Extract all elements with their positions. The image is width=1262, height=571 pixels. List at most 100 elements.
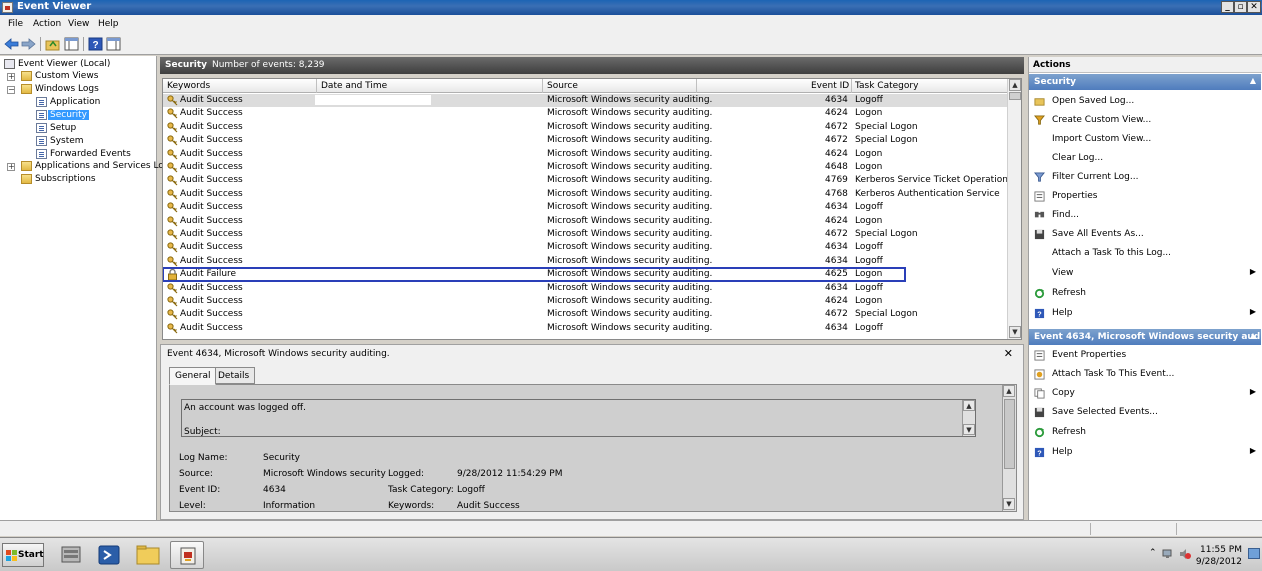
scroll-thumb[interactable]: [1004, 399, 1015, 469]
collapse-icon[interactable]: ▲: [1250, 76, 1256, 85]
column-source[interactable]: Source: [547, 81, 578, 91]
menu-view[interactable]: View: [68, 19, 89, 29]
event-properties-icon: [1034, 350, 1045, 361]
tab-details[interactable]: Details: [212, 367, 256, 384]
help-icon[interactable]: ?: [88, 37, 103, 51]
message-scrollbar[interactable]: ▲ ▼: [962, 400, 975, 436]
action-import-custom-view-items1[interactable]: Import Custom View...: [1029, 131, 1261, 148]
show-hide-action-pane-icon[interactable]: [106, 37, 121, 51]
close-button[interactable]: ✕: [1247, 1, 1261, 13]
label-level: Level:: [179, 501, 206, 511]
key-icon: [167, 242, 178, 253]
row-keywords: Audit Success: [180, 229, 243, 239]
action-help-items1[interactable]: ? Help ▶: [1029, 305, 1261, 322]
scroll-down-arrow-icon[interactable]: ▼: [1003, 498, 1015, 510]
table-row[interactable]: Audit Success Microsoft Windows security …: [163, 134, 1009, 147]
server-manager-icon[interactable]: [54, 541, 88, 569]
action-refresh-items2[interactable]: Refresh: [1029, 424, 1261, 441]
scroll-down-arrow-icon[interactable]: ▼: [963, 424, 975, 435]
action-open-saved-log-items1[interactable]: Open Saved Log...: [1029, 93, 1261, 110]
table-row[interactable]: Audit Success Microsoft Windows security …: [163, 241, 1009, 254]
expand-apps-services[interactable]: +: [7, 163, 15, 171]
submenu-arrow-icon: ▶: [1249, 267, 1256, 276]
show-hidden-icons-icon[interactable]: ⌃: [1149, 548, 1157, 558]
create-custom-view-icon: [1034, 115, 1045, 125]
action-save-selected-events-items2[interactable]: Save Selected Events...: [1029, 404, 1261, 421]
action-save-all-events-as-items1[interactable]: Save All Events As...: [1029, 226, 1261, 243]
network-icon[interactable]: [1162, 548, 1174, 560]
forward-arrow-icon[interactable]: [21, 37, 36, 51]
table-row[interactable]: Audit Success Microsoft Windows security …: [163, 322, 1009, 335]
actions-section-event[interactable]: Event 4634, Microsoft Windows security a…: [1029, 329, 1261, 345]
message-line-2: Subject:: [184, 427, 221, 437]
volume-muted-icon[interactable]: [1179, 548, 1191, 560]
row-keywords: Audit Success: [180, 322, 243, 333]
action-clear-log-items1[interactable]: Clear Log...: [1029, 150, 1261, 167]
actions-section-security[interactable]: Security ▲: [1029, 74, 1261, 90]
windows-flag-icon: [6, 550, 17, 561]
event-list-scrollbar[interactable]: ▲ ▼: [1007, 79, 1021, 339]
table-row[interactable]: Audit Success Microsoft Windows security …: [163, 228, 1009, 241]
clock-date: 9/28/2012: [1195, 557, 1242, 567]
menu-action[interactable]: Action: [33, 19, 61, 29]
table-row[interactable]: Audit Success Microsoft Windows security …: [163, 161, 1009, 174]
table-row[interactable]: Audit Success Microsoft Windows security …: [163, 308, 1009, 321]
table-row[interactable]: Audit Success Microsoft Windows security …: [163, 201, 1009, 214]
scroll-up-arrow-icon[interactable]: ▲: [1003, 385, 1015, 397]
back-arrow-icon[interactable]: [4, 37, 19, 51]
menu-help[interactable]: Help: [98, 19, 119, 29]
clock[interactable]: 11:55 PM 9/28/2012: [1196, 544, 1242, 568]
table-row[interactable]: Audit Success Microsoft Windows security …: [163, 94, 1009, 107]
table-row[interactable]: Audit Success Microsoft Windows security …: [163, 282, 1009, 295]
action-copy-items2[interactable]: Copy ▶: [1029, 385, 1261, 402]
tab-general[interactable]: General: [169, 367, 217, 385]
column-event-id[interactable]: Event ID: [811, 81, 849, 91]
scroll-down-arrow-icon[interactable]: ▼: [1009, 326, 1021, 338]
scroll-up-arrow-icon[interactable]: ▲: [1009, 79, 1021, 91]
up-folder-icon[interactable]: [45, 37, 60, 51]
action-attach-a-task-to-this-log-items1[interactable]: Attach a Task To this Log...: [1029, 245, 1261, 262]
show-hide-tree-icon[interactable]: [64, 37, 79, 51]
action-find-items1[interactable]: Find...: [1029, 207, 1261, 224]
expand-custom-views[interactable]: +: [7, 73, 15, 81]
column-task-category[interactable]: Task Category: [855, 81, 918, 91]
action-properties-items1[interactable]: Properties: [1029, 188, 1261, 205]
action-help-items2[interactable]: ? Help ▶: [1029, 444, 1261, 461]
table-row[interactable]: Audit Success Microsoft Windows security …: [163, 255, 1009, 268]
start-button[interactable]: Start: [2, 543, 44, 567]
show-desktop-button[interactable]: [1248, 548, 1260, 559]
action-refresh-items1[interactable]: Refresh: [1029, 285, 1261, 302]
restore-button[interactable]: ▫: [1234, 1, 1247, 13]
collapse-icon[interactable]: ▲: [1250, 331, 1256, 340]
powershell-icon[interactable]: [92, 541, 126, 569]
table-row[interactable]: Audit Success Microsoft Windows security …: [163, 121, 1009, 134]
column-keywords[interactable]: Keywords: [167, 81, 210, 91]
row-task-category: Special Logon: [855, 229, 918, 239]
key-icon: [167, 122, 178, 133]
menu-file[interactable]: File: [8, 19, 23, 29]
table-row[interactable]: Audit Success Microsoft Windows security …: [163, 188, 1009, 201]
close-icon[interactable]: ✕: [1004, 347, 1013, 360]
minimize-button[interactable]: _: [1221, 1, 1234, 13]
table-row[interactable]: Audit Success Microsoft Windows security …: [163, 215, 1009, 228]
column-date-time[interactable]: Date and Time: [321, 81, 387, 91]
scroll-up-arrow-icon[interactable]: ▲: [963, 400, 975, 411]
table-row[interactable]: Audit Success Microsoft Windows security …: [163, 295, 1009, 308]
action-attach-task-to-this-event-items2[interactable]: Attach Task To This Event...: [1029, 366, 1261, 383]
lock-icon: [168, 269, 177, 281]
table-row[interactable]: Audit Failure Microsoft Windows security …: [163, 267, 906, 283]
explorer-folder-icon[interactable]: [131, 541, 165, 569]
table-row[interactable]: Audit Success Microsoft Windows security …: [163, 107, 1009, 120]
collapse-windows-logs[interactable]: −: [7, 86, 15, 94]
event-message-box[interactable]: An account was logged off. Subject: ▲ ▼: [181, 399, 976, 437]
scroll-thumb[interactable]: [1009, 92, 1021, 100]
action-event-properties-items2[interactable]: Event Properties: [1029, 347, 1261, 364]
table-row[interactable]: Audit Success Microsoft Windows security …: [163, 174, 1013, 187]
action-filter-current-log-items1[interactable]: Filter Current Log...: [1029, 169, 1261, 186]
row-event-id: 4624: [825, 108, 848, 119]
table-row[interactable]: Audit Success Microsoft Windows security …: [163, 148, 1009, 161]
event-viewer-taskbar-button[interactable]: [170, 541, 204, 569]
action-create-custom-view-items1[interactable]: Create Custom View...: [1029, 112, 1261, 129]
action-view-items1[interactable]: View ▶: [1029, 265, 1261, 282]
detail-scrollbar[interactable]: ▲ ▼: [1002, 385, 1016, 511]
